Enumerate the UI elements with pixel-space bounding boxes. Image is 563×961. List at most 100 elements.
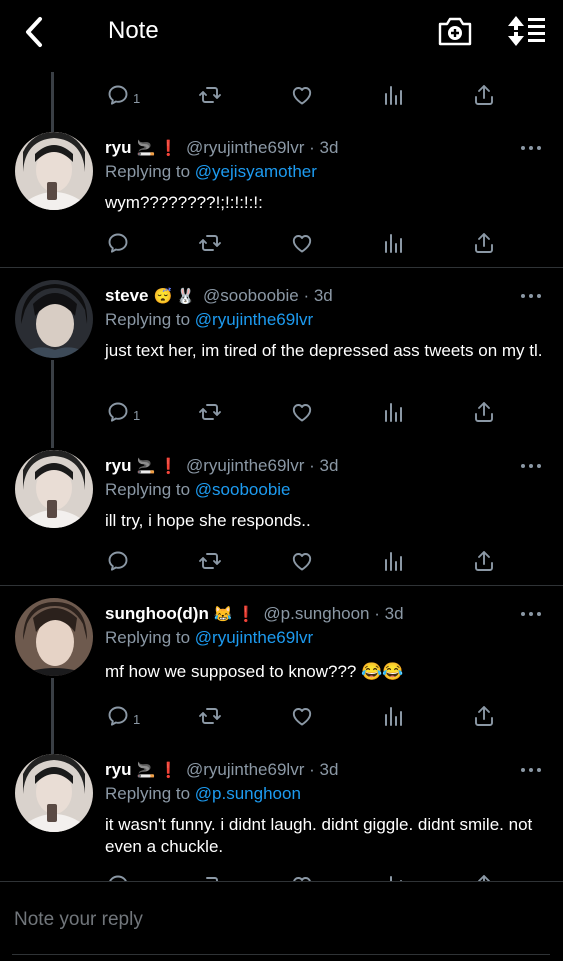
reply-button[interactable]: 1 (106, 397, 140, 427)
camera-plus-icon[interactable] (437, 14, 473, 48)
reply-icon (106, 549, 130, 573)
share-button[interactable] (472, 701, 496, 731)
more-icon[interactable] (520, 290, 542, 302)
replying-to: Replying to @yejisyamother (105, 162, 317, 181)
reply-tweet: ryu 🚬 ❗ @ryujinthe69lvr · 3d Replying to… (0, 752, 563, 880)
share-icon (472, 83, 496, 107)
avatar[interactable] (15, 132, 93, 210)
mention-link[interactable]: @ryujinthe69lvr (195, 310, 313, 329)
reply-button[interactable] (106, 228, 133, 258)
name-emojis: 🚬 ❗ (136, 140, 178, 157)
reply-count: 1 (133, 90, 141, 106)
reply-count: 1 (133, 711, 141, 727)
reply-icon (106, 231, 130, 255)
tweet-actions: 1 (0, 80, 563, 110)
bar-chart-icon (382, 704, 406, 728)
tweet-text: wym????????!;!:!:!:!: (105, 193, 263, 212)
like-button[interactable] (290, 546, 314, 576)
retweet-button[interactable] (198, 397, 222, 427)
name-emojis: 😹 ❗ (213, 606, 256, 623)
page-title: Note (108, 17, 159, 44)
top-bar: Note (0, 0, 563, 64)
display-name[interactable]: steve (105, 286, 148, 306)
like-button[interactable] (290, 228, 314, 258)
mention-link[interactable]: @ryujinthe69lvr (195, 628, 313, 647)
analytics-button[interactable] (382, 80, 406, 110)
display-name[interactable]: ryu (105, 138, 131, 158)
display-name[interactable]: sunghoo(d)n (105, 604, 209, 624)
tweet-actions: 1 (0, 701, 563, 731)
reply-icon (106, 704, 130, 728)
tweet-text: it wasn't funny. i didnt laugh. didnt gi… (105, 815, 533, 856)
analytics-button[interactable] (382, 546, 406, 576)
sort-lines-icon[interactable] (507, 14, 547, 48)
bar-chart-icon (382, 400, 406, 424)
like-button[interactable] (290, 397, 314, 427)
tweet-actions (0, 546, 563, 576)
reply-button[interactable]: 1 (106, 701, 140, 731)
display-name[interactable]: ryu (105, 456, 131, 476)
retweet-button[interactable] (198, 80, 222, 110)
more-icon[interactable] (520, 764, 542, 776)
replying-to: Replying to @p.sunghoon (105, 784, 301, 803)
avatar[interactable] (15, 450, 93, 528)
retweet-icon (198, 704, 222, 728)
name-emojis: 🚬 ❗ (136, 762, 178, 779)
share-icon (472, 231, 496, 255)
mention-link[interactable]: @yejisyamother (195, 162, 317, 181)
replying-to: Replying to @ryujinthe69lvr (105, 628, 314, 647)
retweet-icon (198, 83, 222, 107)
reply-icon (106, 83, 130, 107)
avatar[interactable] (15, 754, 93, 832)
avatar[interactable] (15, 280, 93, 358)
share-button[interactable] (472, 546, 496, 576)
avatar[interactable] (15, 598, 93, 676)
retweet-icon (198, 549, 222, 573)
reply-button[interactable] (106, 546, 133, 576)
reply-composer (0, 881, 563, 961)
tweet-header: ryu 🚬 ❗ @ryujinthe69lvr · 3d (105, 760, 338, 780)
tweet-text: ill try, i hope she responds.. (105, 511, 311, 530)
retweet-button[interactable] (198, 228, 222, 258)
mention-link[interactable]: @sooboobie (195, 480, 291, 499)
handle: @ryujinthe69lvr · 3d (186, 760, 339, 779)
mention-link[interactable]: @p.sunghoon (195, 784, 301, 803)
reply-tweet: ryu 🚬 ❗ @ryujinthe69lvr · 3d Replying to… (0, 130, 563, 268)
share-button[interactable] (472, 397, 496, 427)
input-underline (12, 954, 550, 955)
display-name[interactable]: ryu (105, 760, 131, 780)
analytics-button[interactable] (382, 228, 406, 258)
replying-to: Replying to @sooboobie (105, 480, 291, 499)
like-button[interactable] (290, 80, 314, 110)
retweet-button[interactable] (198, 701, 222, 731)
avatar-photo (15, 598, 93, 676)
more-icon[interactable] (520, 608, 542, 620)
tweet-header: steve 😴 🐰 @sooboobie · 3d (105, 286, 333, 306)
avatar-photo (15, 754, 93, 832)
like-button[interactable] (290, 701, 314, 731)
tweet-text: just text her, im tired of the depressed… (105, 341, 543, 360)
analytics-button[interactable] (382, 397, 406, 427)
tweet-actions: 1 (0, 397, 563, 427)
analytics-button[interactable] (382, 701, 406, 731)
more-icon[interactable] (520, 142, 542, 154)
reply-tweet: ryu 🚬 ❗ @ryujinthe69lvr · 3d Replying to… (0, 448, 563, 586)
tweet-text: mf how we supposed to know??? 😂😂 (105, 662, 404, 681)
reply-count: 1 (133, 407, 141, 423)
share-button[interactable] (472, 80, 496, 110)
bar-chart-icon (382, 83, 406, 107)
chevron-left-icon[interactable] (18, 14, 52, 50)
reply-input[interactable] (12, 902, 546, 938)
retweet-button[interactable] (198, 546, 222, 576)
more-icon[interactable] (520, 460, 542, 472)
name-emojis: 😴 🐰 (153, 288, 196, 305)
reply-tweet: steve 😴 🐰 @sooboobie · 3d Replying to @r… (0, 278, 563, 438)
share-button[interactable] (472, 228, 496, 258)
handle: @ryujinthe69lvr · 3d (186, 456, 339, 475)
bar-chart-icon (382, 231, 406, 255)
share-icon (472, 704, 496, 728)
divider (0, 585, 563, 586)
share-icon (472, 549, 496, 573)
reply-button[interactable]: 1 (106, 80, 140, 110)
bar-chart-icon (382, 549, 406, 573)
